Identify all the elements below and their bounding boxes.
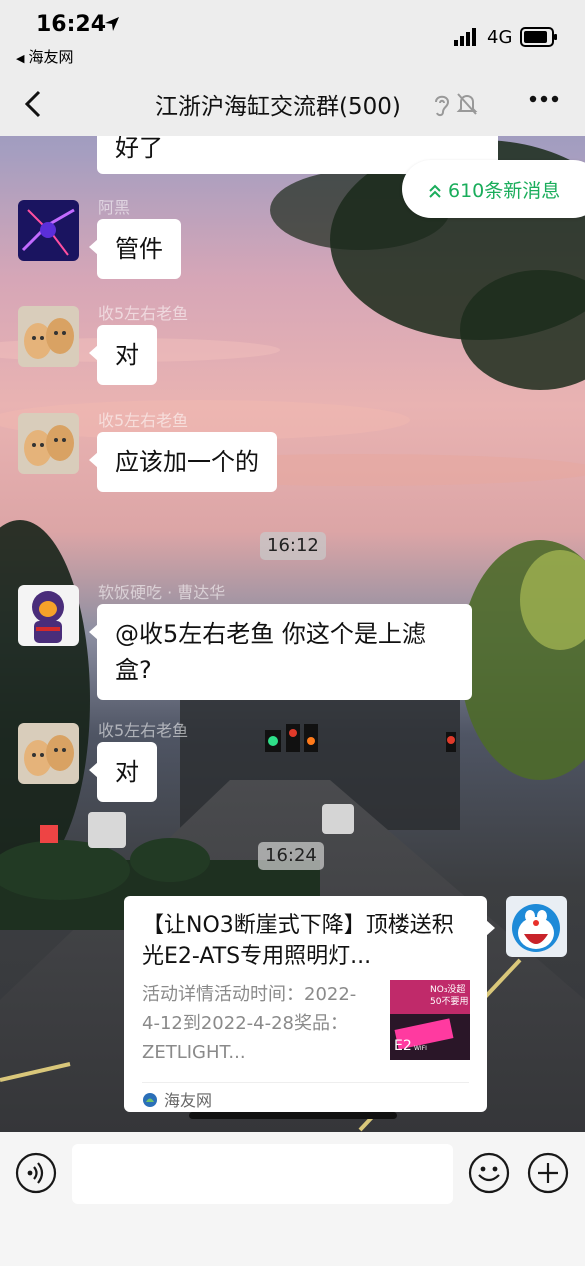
message-bubble[interactable]: 对 (89, 742, 157, 802)
doraemon-avatar-image (506, 896, 567, 957)
sender-name: 收5左右老鱼 (98, 411, 189, 430)
avatar[interactable] (18, 585, 79, 646)
thumbnail-text: E2 (394, 1038, 412, 1054)
sender-name: 阿黑 (98, 198, 131, 217)
cat-avatar-image (18, 413, 79, 474)
card-source-label: 海友网 (164, 1091, 213, 1110)
message-text: 对 (115, 758, 139, 786)
home-indicator[interactable] (189, 1112, 397, 1119)
signal-strength-icon (454, 28, 476, 46)
emoji-icon[interactable] (468, 1152, 510, 1194)
message-bubble[interactable]: 应该加一个的 (89, 432, 277, 492)
thumbnail-text: WIFI (414, 1045, 427, 1052)
message-bubble[interactable]: @收5左右老鱼 你这个是上滤盒? (89, 604, 472, 700)
site-logo-icon (143, 1093, 157, 1107)
message-text: 对 (115, 341, 139, 369)
sender-name: 软饭硬吃 · 曹达华 (98, 583, 226, 602)
card-source: 海友网 (142, 1082, 469, 1111)
sender-name: 收5左右老鱼 (98, 721, 189, 740)
message-input[interactable] (72, 1144, 453, 1204)
avatar[interactable] (18, 306, 79, 367)
chat-title: 江浙沪海缸交流群(500) (155, 94, 401, 120)
input-bar (0, 1132, 585, 1266)
my-avatar[interactable] (506, 896, 567, 957)
status-time: 16:24 (36, 12, 107, 37)
back-chevron-icon[interactable] (22, 89, 44, 119)
battery-icon (520, 27, 557, 47)
cat-avatar-image (18, 723, 79, 784)
ear-icon (435, 95, 450, 117)
message-text: 管件 (115, 235, 163, 263)
thumbnail-text: 50不要用 (430, 996, 468, 1007)
timestamp: 16:24 (258, 842, 324, 870)
thumbnail-image: NO₃没超 50不要用 E2 WIFI (390, 980, 470, 1060)
mute-bell-icon (456, 93, 478, 115)
message-text: 应该加一个的 (115, 448, 259, 476)
message-text: 好了 (115, 136, 163, 162)
thumbnail-text: NO₃没超 (430, 983, 465, 995)
more-functions-plus-icon[interactable] (527, 1152, 569, 1194)
new-messages-button[interactable]: 610条新消息 (402, 160, 585, 218)
cat-avatar-image (18, 306, 79, 367)
new-messages-label: 610条新消息 (448, 180, 561, 202)
message-bubble[interactable]: 管件 (89, 219, 181, 279)
message-list[interactable]: 好了 610条新消息 阿黑 管件 收5左右老鱼 对 收5左右老鱼 应该加一个的 … (0, 136, 585, 1132)
avatar[interactable] (18, 413, 79, 474)
back-triangle-icon: ◀ (16, 52, 25, 65)
card-description: 活动详情活动时间：2022-4-12到2022-4-28奖品： ZETLIGHT… (142, 984, 357, 1063)
more-options-icon[interactable] (529, 94, 559, 104)
message-text: @收5左右老鱼 你这个是上滤盒? (115, 620, 426, 684)
location-arrow-icon (105, 17, 119, 31)
back-app-label: 海友网 (28, 48, 74, 66)
ninja-avatar-image (18, 585, 79, 646)
double-chevron-up-icon (429, 184, 441, 198)
navigation-bar: 16:24 ◀ 海友网 4G 江浙沪海缸交流群(500) (0, 0, 585, 136)
avatar[interactable] (18, 723, 79, 784)
avatar-image (18, 200, 79, 261)
timestamp: 16:12 (260, 532, 326, 560)
link-card[interactable]: 【让NO3断崖式下降】顶楼送积光E2-ATS专用照明灯... 活动详情活动时间：… (124, 896, 495, 1112)
card-title: 【让NO3断崖式下降】顶楼送积光E2-ATS专用照明灯... (142, 913, 454, 969)
sender-name: 收5左右老鱼 (98, 304, 189, 323)
network-type: 4G (487, 27, 513, 48)
message-bubble[interactable]: 对 (89, 325, 157, 385)
card-thumbnail: NO₃没超 50不要用 E2 WIFI (390, 980, 470, 1060)
voice-input-icon[interactable] (15, 1152, 57, 1194)
avatar[interactable] (18, 200, 79, 261)
back-to-app-link[interactable]: ◀ 海友网 (16, 46, 73, 67)
